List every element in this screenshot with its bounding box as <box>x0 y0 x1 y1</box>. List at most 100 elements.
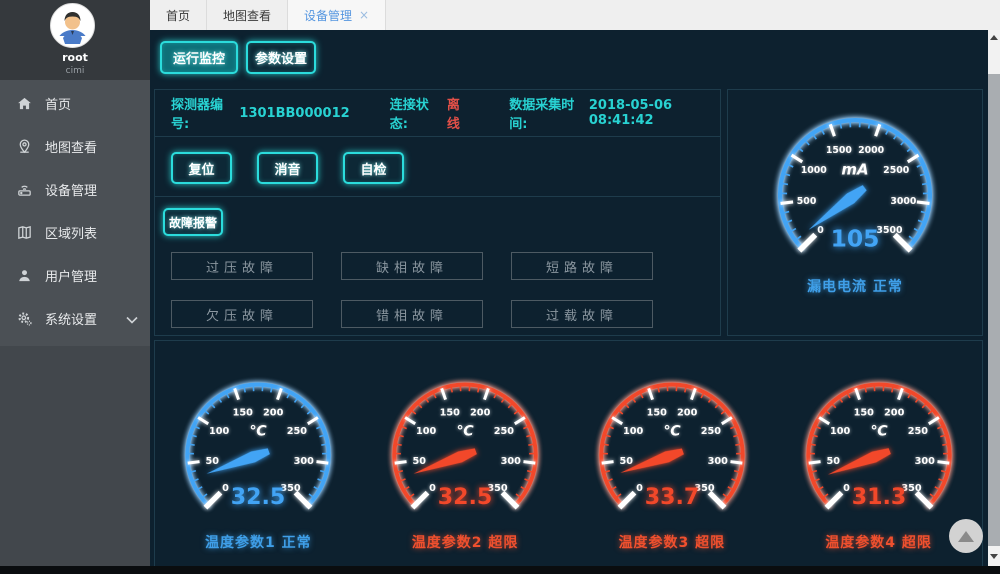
sidebar-item-label: 区域列表 <box>45 223 97 242</box>
sidebar-item-map-view[interactable]: 地图查看 <box>0 125 150 168</box>
fault-overload-button[interactable]: 过载故障 <box>511 300 653 328</box>
fault-overvoltage-button[interactable]: 过压故障 <box>171 252 313 280</box>
arrow-up-icon <box>958 531 974 542</box>
connection-status-value: 离线 <box>447 94 469 132</box>
svg-text:℃: ℃ <box>457 424 474 440</box>
tab-map-view[interactable]: 地图查看 <box>207 0 288 30</box>
sidebar: root cimi 首页 地图查看 设备管理 <box>0 0 150 566</box>
tab-close-icon[interactable]: × <box>359 8 369 22</box>
avatar[interactable] <box>50 3 95 48</box>
sidebar-item-label: 用户管理 <box>45 266 97 285</box>
svg-text:300: 300 <box>501 456 522 467</box>
svg-text:50: 50 <box>206 456 220 467</box>
svg-text:100: 100 <box>209 426 230 437</box>
sidebar-item-device-mgmt[interactable]: 设备管理 <box>0 168 150 211</box>
gear-icon <box>15 310 33 328</box>
collect-time-label: 数据采集时间: <box>509 94 581 132</box>
tab-bar: 首页 地图查看 设备管理 × <box>150 0 1000 30</box>
svg-text:150: 150 <box>233 407 254 418</box>
run-monitor-button[interactable]: 运行监控 <box>160 41 238 74</box>
device-controls-row: 复位 消音 自检 <box>155 137 720 197</box>
svg-text:300: 300 <box>914 456 935 467</box>
svg-text:300: 300 <box>707 456 728 467</box>
svg-text:℃: ℃ <box>870 424 887 440</box>
gauge-status-label: 温度参数3 超限 <box>619 532 726 552</box>
leakage-current-panel: 0500100015002000250030003500mA 105 漏电电流 … <box>727 89 983 336</box>
svg-text:200: 200 <box>263 407 284 418</box>
region-map-icon <box>15 224 33 242</box>
svg-text:2500: 2500 <box>883 165 910 176</box>
avatar-person-icon <box>51 4 94 47</box>
tab-device-mgmt[interactable]: 设备管理 × <box>288 0 386 30</box>
collect-time-value: 2018-05-06 08:41:42 <box>589 98 720 128</box>
scroll-down-icon <box>990 554 998 559</box>
svg-text:100: 100 <box>623 426 644 437</box>
gauge-dial: 050100150200250300350℃ 31.3 <box>795 371 963 526</box>
gauge-status-label: 温度参数2 超限 <box>412 532 519 552</box>
svg-text:℃: ℃ <box>250 424 267 440</box>
svg-text:250: 250 <box>907 426 928 437</box>
gauge-temperature-1: 050100150200250300350℃ 32.5 温度参数1 正常 <box>155 341 362 566</box>
main-content: 运行监控 参数设置 探测器编号: 1301BB000012 连接状态: 离线 数… <box>150 30 988 566</box>
param-settings-button[interactable]: 参数设置 <box>246 41 316 74</box>
svg-text:1000: 1000 <box>801 165 828 176</box>
svg-text:50: 50 <box>619 456 633 467</box>
fault-short-circuit-button[interactable]: 短路故障 <box>511 252 653 280</box>
fault-alarm-button[interactable]: 故障报警 <box>163 208 223 236</box>
scrollbar-thumb[interactable] <box>988 30 1000 74</box>
sidebar-item-user-mgmt[interactable]: 用户管理 <box>0 254 150 297</box>
svg-text:150: 150 <box>647 407 668 418</box>
svg-text:200: 200 <box>884 407 905 418</box>
svg-text:250: 250 <box>494 426 515 437</box>
svg-text:2000: 2000 <box>858 145 885 156</box>
map-pin-icon <box>15 138 33 156</box>
svg-text:200: 200 <box>470 407 491 418</box>
svg-text:31.3: 31.3 <box>851 484 906 510</box>
app-window: root cimi 首页 地图查看 设备管理 <box>0 0 1000 574</box>
sidebar-item-region-list[interactable]: 区域列表 <box>0 211 150 254</box>
chevron-down-icon[interactable] <box>126 313 138 328</box>
device-icon <box>15 181 33 199</box>
sidebar-item-system-settings[interactable]: 系统设置 <box>0 297 150 340</box>
tab-home[interactable]: 首页 <box>150 0 207 30</box>
self-test-button[interactable]: 自检 <box>343 152 404 184</box>
device-status-panel: 探测器编号: 1301BB000012 连接状态: 离线 数据采集时间: 201… <box>154 89 721 336</box>
sidebar-item-label: 设备管理 <box>45 180 97 199</box>
device-info-row: 探测器编号: 1301BB000012 连接状态: 离线 数据采集时间: 201… <box>155 90 720 137</box>
home-icon <box>15 95 33 113</box>
gauge-dial: 050100150200250300350℃ 32.5 <box>381 371 549 526</box>
gauge-status-label: 温度参数4 超限 <box>825 532 932 552</box>
scrollbar-down-button[interactable] <box>988 546 1000 566</box>
svg-text:3500: 3500 <box>876 225 903 236</box>
mute-button[interactable]: 消音 <box>257 152 318 184</box>
gauge-status-label: 温度参数1 正常 <box>205 532 312 552</box>
gauge-temperature-3: 050100150200250300350℃ 33.7 温度参数3 超限 <box>569 341 776 566</box>
sidebar-item-label: 地图查看 <box>45 137 97 156</box>
svg-text:0: 0 <box>222 483 229 494</box>
gauge-dial: 050100150200250300350℃ 33.7 <box>588 371 756 526</box>
scroll-up-icon <box>990 35 998 40</box>
gauge-dial: 050100150200250300350℃ 32.5 <box>174 371 342 526</box>
svg-text:3000: 3000 <box>890 196 917 207</box>
detector-id-value: 1301BB000012 <box>239 106 349 121</box>
svg-text:0: 0 <box>429 483 436 494</box>
vertical-scrollbar[interactable] <box>988 30 1000 566</box>
fault-wrong-phase-button[interactable]: 错相故障 <box>341 300 483 328</box>
svg-text:200: 200 <box>677 407 698 418</box>
sidebar-item-label: 首页 <box>45 94 71 113</box>
gauge-status-label: 漏电电流 正常 <box>807 276 903 296</box>
back-to-top-button[interactable] <box>949 519 983 553</box>
sidebar-item-label: 系统设置 <box>45 309 97 328</box>
svg-text:150: 150 <box>440 407 461 418</box>
svg-text:mA: mA <box>841 160 868 178</box>
reset-button[interactable]: 复位 <box>171 152 232 184</box>
sidebar-item-home[interactable]: 首页 <box>0 82 150 125</box>
svg-text:50: 50 <box>826 456 840 467</box>
fault-phase-loss-button[interactable]: 缺相故障 <box>341 252 483 280</box>
svg-text:250: 250 <box>287 426 308 437</box>
window-bottom-edge <box>0 566 1000 574</box>
fault-undervoltage-button[interactable]: 欠压故障 <box>171 300 313 328</box>
svg-text:105: 105 <box>831 225 880 253</box>
sidebar-user-header: root cimi <box>0 0 150 80</box>
svg-text:100: 100 <box>416 426 437 437</box>
